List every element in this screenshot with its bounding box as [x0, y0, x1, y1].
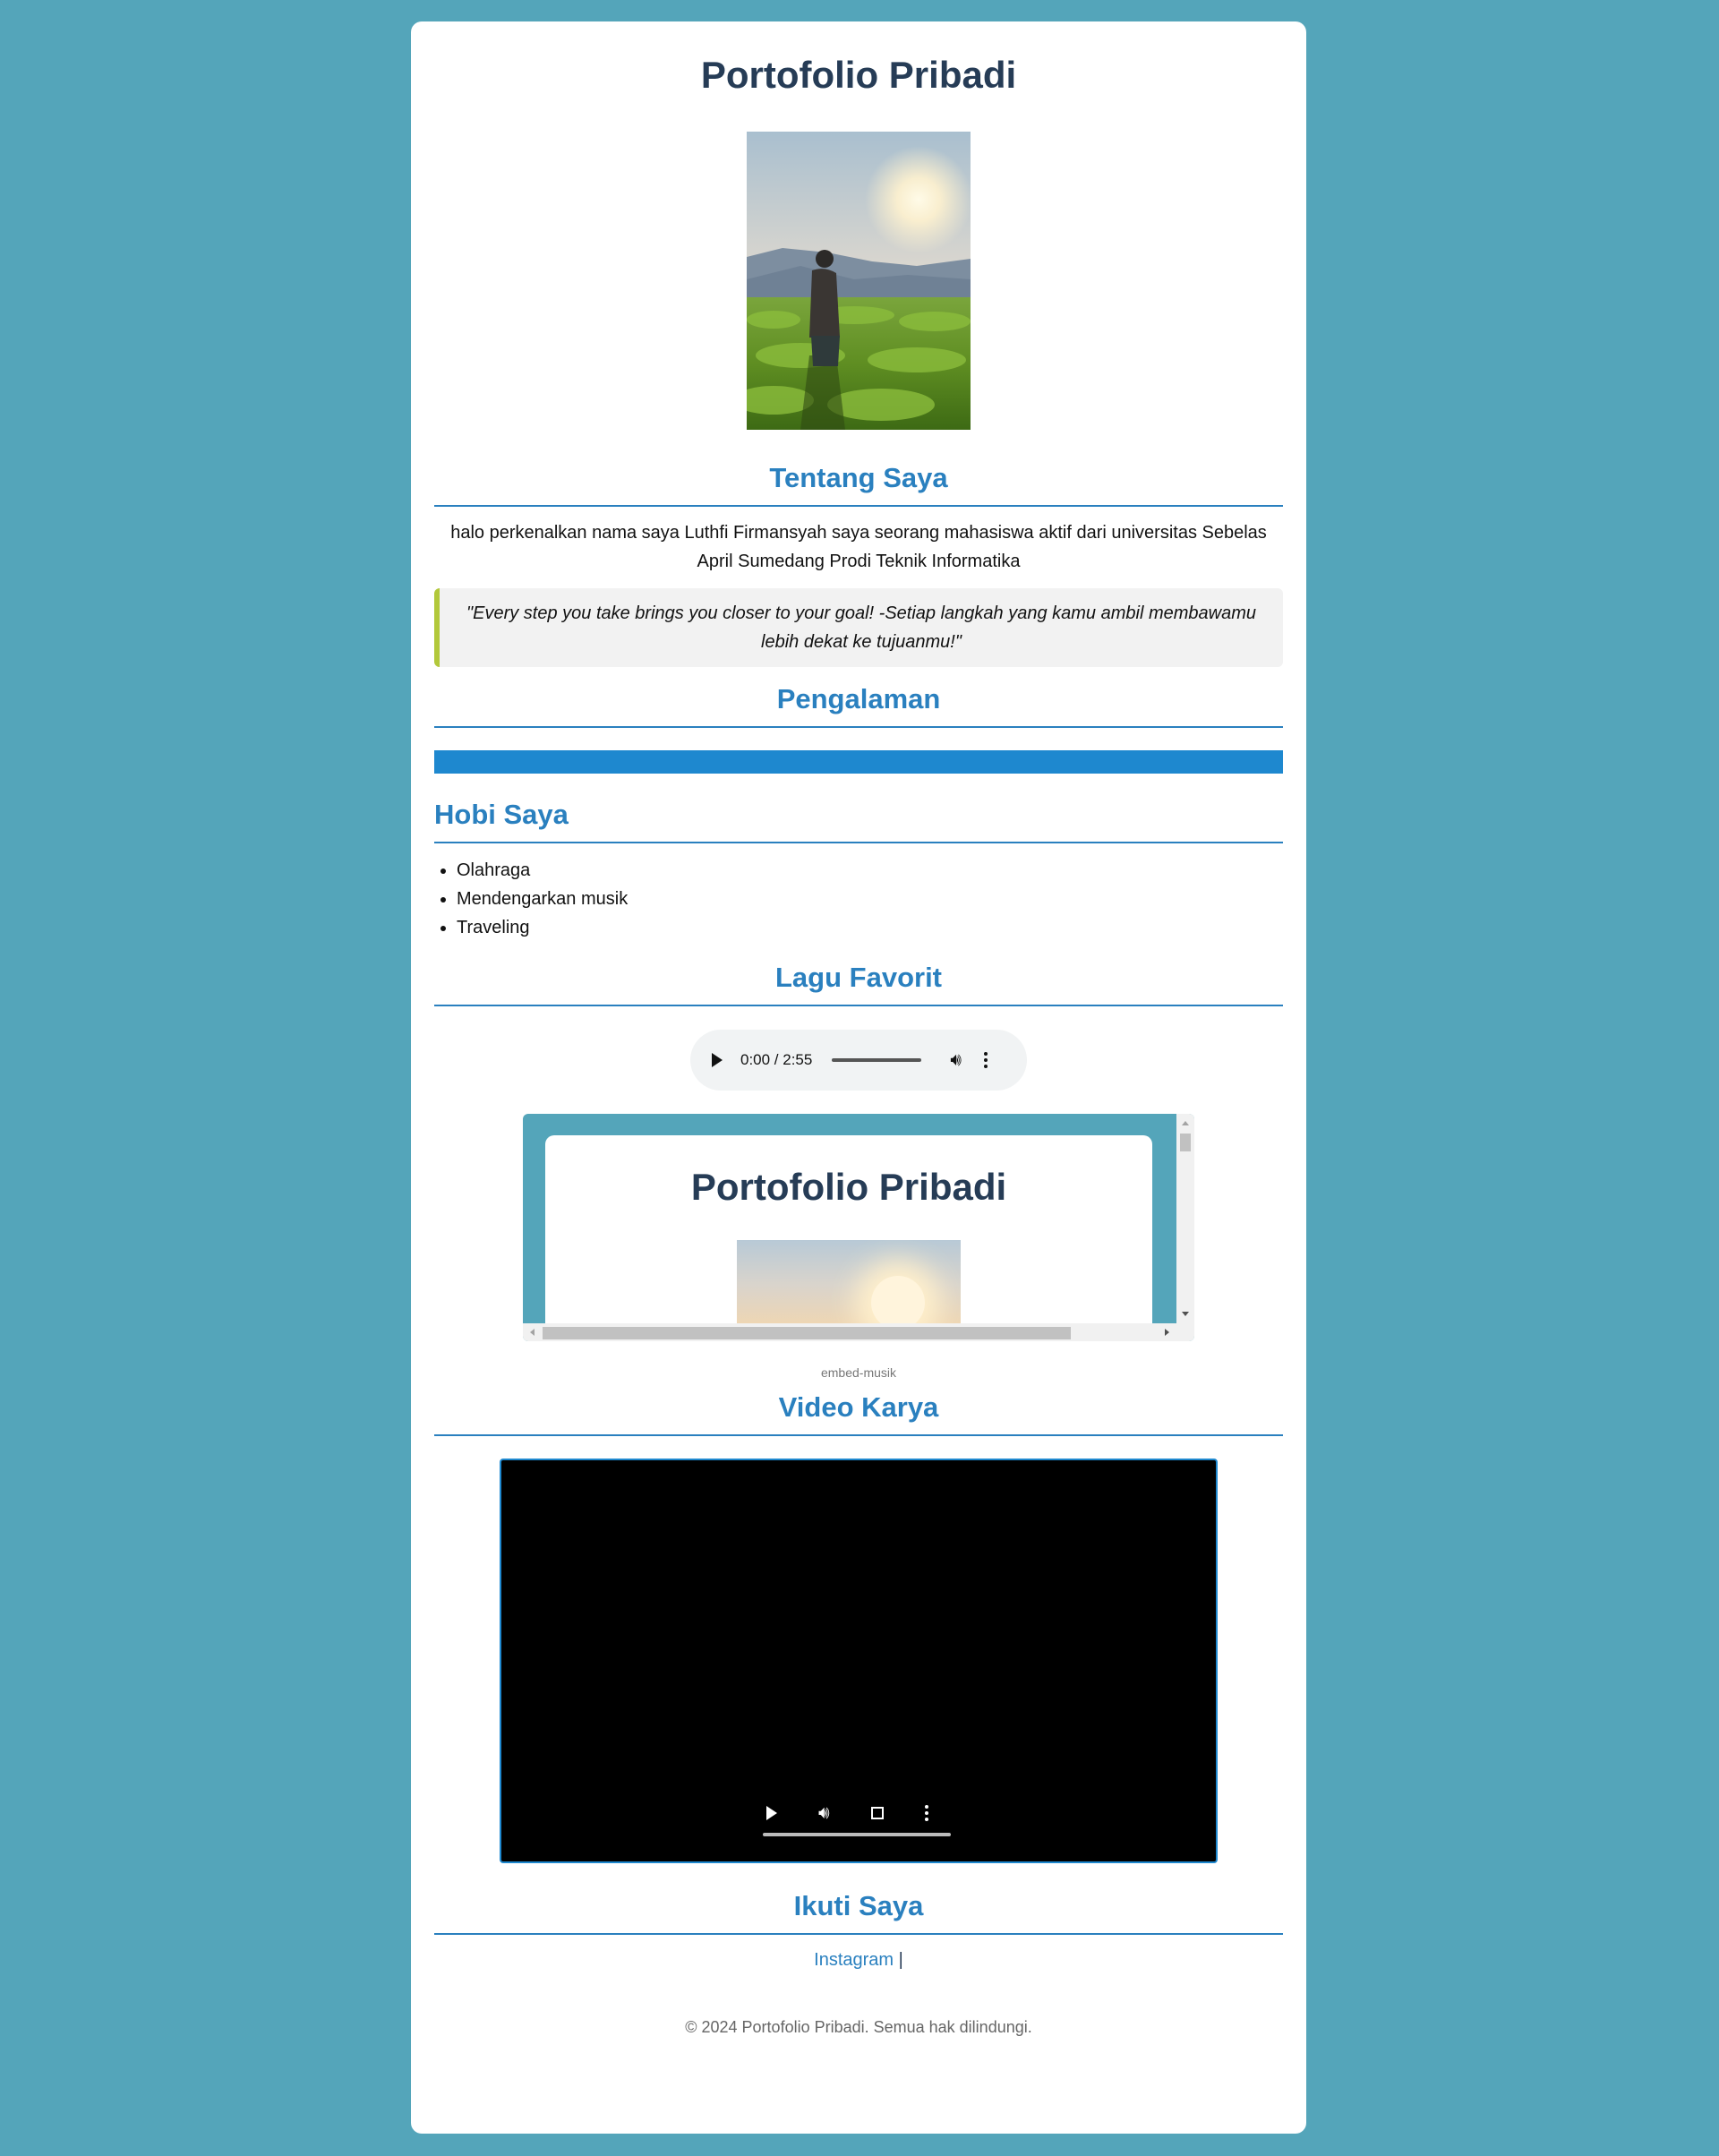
- horizontal-scrollbar[interactable]: [523, 1323, 1194, 1341]
- video-progress-slider[interactable]: [763, 1833, 951, 1836]
- embed-page-title: Portofolio Pribadi: [690, 1166, 1007, 1208]
- about-heading: Tentang Saya: [434, 460, 1283, 507]
- volume-icon[interactable]: 🔊︎: [818, 1804, 830, 1822]
- about-section: Tentang Saya halo perkenalkan nama saya …: [434, 460, 1283, 667]
- embed-page-card: Portofolio Pribadi: [545, 1135, 1152, 1341]
- portfolio-card: Portofolio Pribadi Tentang Saya halo per…: [411, 21, 1306, 2134]
- audio-player[interactable]: 0:00 / 2:55 🔊︎: [690, 1030, 1027, 1091]
- instagram-link[interactable]: Instagram: [814, 1950, 894, 1970]
- embed-photo: [737, 1240, 961, 1330]
- list-item: Traveling: [457, 913, 1283, 942]
- scroll-down-icon[interactable]: [1182, 1312, 1189, 1316]
- scroll-left-icon[interactable]: [530, 1329, 535, 1336]
- hobby-list: Olahraga Mendengarkan musik Traveling: [434, 856, 1283, 942]
- list-item: Mendengarkan musik: [457, 885, 1283, 913]
- audio-progress-slider[interactable]: [832, 1058, 922, 1062]
- footer-text: © 2024 Portofolio Pribadi. Semua hak dil…: [685, 2018, 1032, 2036]
- social-heading: Ikuti Saya: [434, 1888, 1283, 1935]
- video-section: Video Karya 🔊︎: [434, 1390, 1283, 1863]
- experience-section: Pengalaman: [434, 681, 1283, 774]
- hobbies-heading: Hobi Saya: [434, 797, 1283, 843]
- embed-frame[interactable]: Portofolio Pribadi: [523, 1114, 1194, 1341]
- motivation-quote: "Every step you take brings you closer t…: [434, 588, 1283, 667]
- embed-caption: embed-musik: [820, 1365, 897, 1380]
- list-item: Olahraga: [457, 856, 1283, 885]
- video-player[interactable]: 🔊︎: [500, 1459, 1218, 1863]
- play-icon[interactable]: [712, 1053, 723, 1067]
- scrollbar-thumb[interactable]: [1180, 1134, 1191, 1151]
- more-options-icon[interactable]: [983, 1052, 988, 1068]
- link-separator: |: [898, 1950, 903, 1970]
- vertical-scrollbar[interactable]: [1176, 1114, 1194, 1323]
- music-section: Lagu Favorit 0:00 / 2:55 🔊︎ Portofolio P…: [434, 960, 1283, 1380]
- scroll-up-icon[interactable]: [1182, 1121, 1189, 1125]
- social-section: Ikuti Saya Instagram |: [434, 1888, 1283, 1971]
- experience-heading: Pengalaman: [434, 681, 1283, 728]
- profile-photo: [747, 132, 971, 430]
- music-heading: Lagu Favorit: [434, 960, 1283, 1006]
- more-options-icon[interactable]: [924, 1805, 928, 1821]
- scrollbar-thumb[interactable]: [543, 1327, 1071, 1339]
- profile-photo-image: [747, 132, 971, 430]
- social-links: Instagram |: [434, 1950, 1283, 1971]
- video-controls: 🔊︎: [766, 1804, 928, 1822]
- play-icon[interactable]: [766, 1806, 777, 1820]
- about-text: halo perkenalkan nama saya Luthfi Firman…: [450, 523, 1267, 571]
- experience-bar: [434, 750, 1283, 774]
- page-title: Portofolio Pribadi: [700, 54, 1017, 96]
- fullscreen-icon[interactable]: [870, 1807, 884, 1819]
- scroll-right-icon[interactable]: [1165, 1329, 1169, 1336]
- hobbies-section: Hobi Saya Olahraga Mendengarkan musik Tr…: [434, 797, 1283, 942]
- video-heading: Video Karya: [434, 1390, 1283, 1436]
- audio-time: 0:00 / 2:55: [740, 1051, 813, 1068]
- volume-icon[interactable]: 🔊︎: [950, 1051, 962, 1069]
